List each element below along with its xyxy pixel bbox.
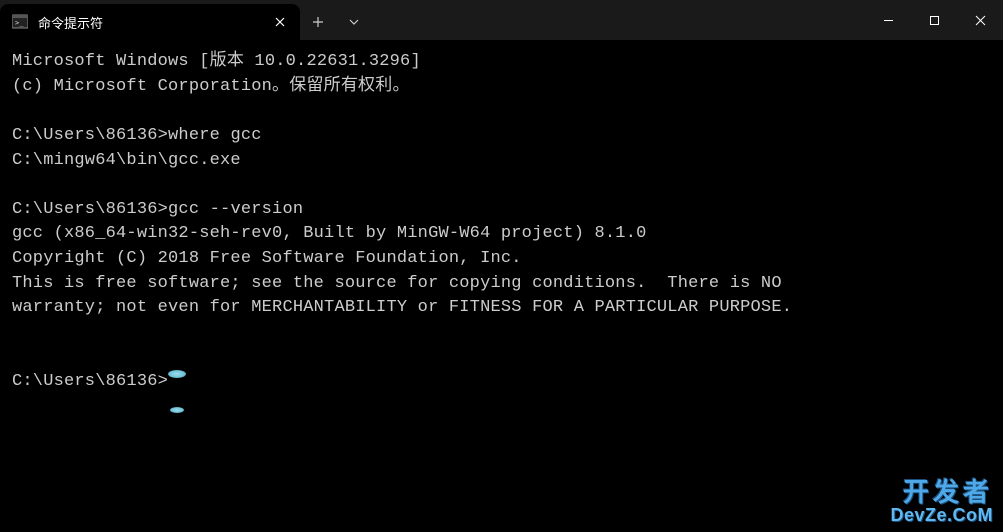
- tab-actions: [300, 4, 372, 40]
- maximize-button[interactable]: [911, 0, 957, 40]
- watermark-en: DevZe.CoM: [890, 506, 993, 526]
- tab-title: 命令提示符: [38, 13, 260, 32]
- terminal-command: gcc --version: [168, 200, 303, 219]
- terminal-line: warranty; not even for MERCHANTABILITY o…: [12, 298, 792, 317]
- window-controls: [865, 0, 1003, 40]
- terminal-prompt: C:\Users\86136>: [12, 126, 168, 145]
- terminal-prompt: C:\Users\86136>: [12, 200, 168, 219]
- terminal-output[interactable]: Microsoft Windows [版本 10.0.22631.3296] (…: [0, 40, 1003, 532]
- tab-close-button[interactable]: [270, 12, 290, 32]
- terminal-line: This is free software; see the source fo…: [12, 274, 782, 293]
- titlebar: >_ 命令提示符: [0, 0, 1003, 40]
- terminal-line: Copyright (C) 2018 Free Software Foundat…: [12, 249, 522, 268]
- new-tab-button[interactable]: [300, 4, 336, 40]
- tab-cmd[interactable]: >_ 命令提示符: [0, 4, 300, 40]
- minimize-button[interactable]: [865, 0, 911, 40]
- terminal-line: (c) Microsoft Corporation。保留所有权利。: [12, 77, 410, 96]
- terminal-line: C:\mingw64\bin\gcc.exe: [12, 151, 241, 170]
- close-window-button[interactable]: [957, 0, 1003, 40]
- terminal-prompt: C:\Users\86136>: [12, 372, 168, 391]
- terminal-line: Microsoft Windows [版本 10.0.22631.3296]: [12, 52, 421, 71]
- watermark: 开发者 DevZe.CoM: [890, 478, 993, 526]
- terminal-line: gcc (x86_64-win32-seh-rev0, Built by Min…: [12, 224, 647, 243]
- cmd-icon: >_: [12, 14, 28, 30]
- watermark-cn: 开发者: [903, 478, 993, 507]
- svg-text:>_: >_: [15, 19, 24, 27]
- terminal-command: where gcc: [168, 126, 262, 145]
- tab-dropdown-button[interactable]: [336, 4, 372, 40]
